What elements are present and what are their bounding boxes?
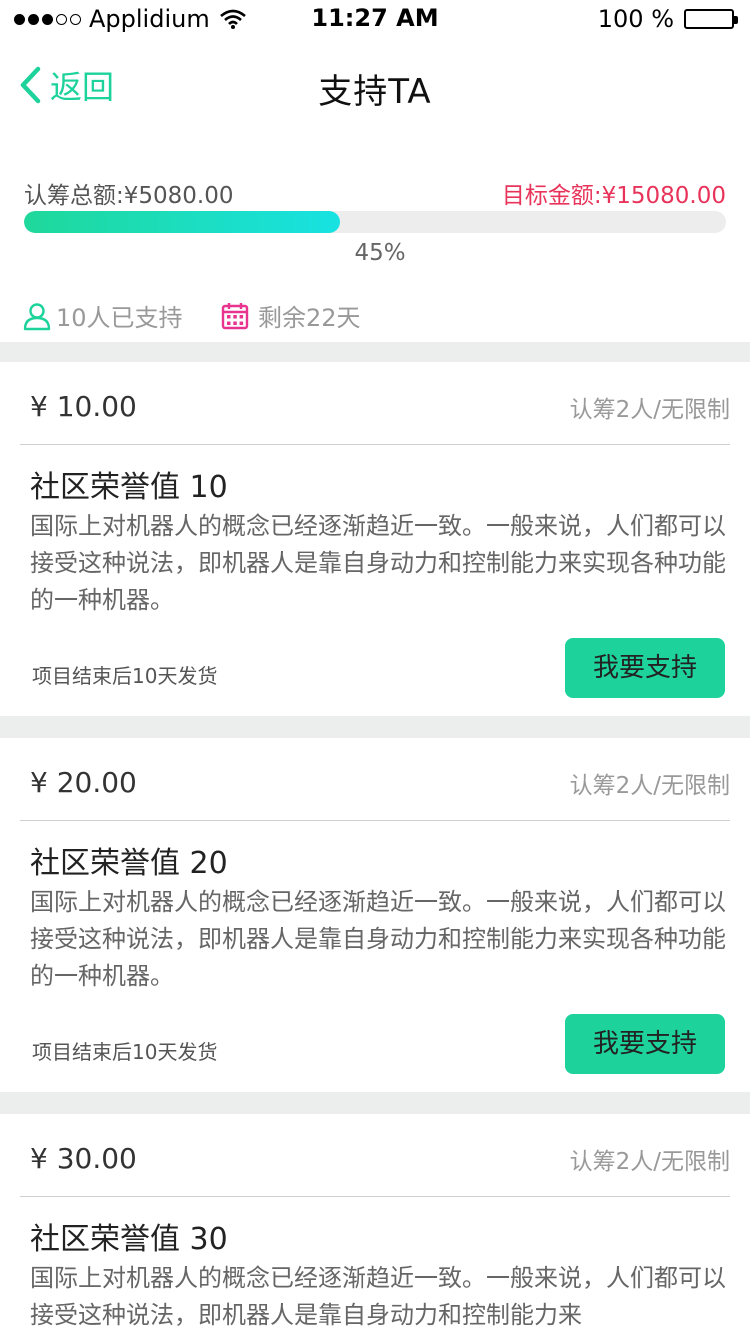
nav-bar: 返回 支持TA (0, 40, 750, 128)
status-left: Applidium (14, 5, 246, 33)
funding-summary: 认筹总额:¥5080.00 目标金额:¥15080.00 45% 10人已支持 … (0, 128, 750, 342)
status-right: 100 % (597, 5, 738, 33)
reward-limit: 认筹2人/无限制 (569, 773, 730, 799)
shipping-note: 项目结束后10天发货 (32, 664, 218, 688)
carrier-name: Applidium (89, 5, 210, 33)
support-button[interactable]: 我要支持 (565, 1014, 725, 1074)
reward-description: 国际上对机器人的概念已经逐渐趋近一致。一般来说，人们都可以接受这种说法，即机器人… (30, 888, 726, 990)
target-amount: 目标金额:¥15080.00 (501, 183, 726, 209)
divider (20, 820, 730, 821)
calendar-icon (221, 302, 249, 329)
shipping-note: 项目结束后10天发货 (32, 1040, 218, 1064)
reward-description: 国际上对机器人的概念已经逐渐趋近一致。一般来说，人们都可以接受这种说法，即机器人… (30, 512, 726, 614)
divider (20, 444, 730, 445)
raised-amount: 认筹总额:¥5080.00 (24, 183, 234, 209)
battery-percent: 100 % (597, 5, 674, 33)
user-icon (23, 302, 51, 330)
signal-icon (14, 13, 81, 25)
supporters-stat: 10人已支持 (22, 298, 183, 333)
back-button[interactable]: 返回 (18, 62, 114, 108)
back-label: 返回 (50, 68, 115, 106)
reward-price: ¥ 10.00 (30, 390, 137, 423)
remaining-stat: 剩余22天 (220, 298, 361, 333)
progress-fill (24, 211, 340, 233)
divider (20, 1196, 730, 1197)
reward-card: ¥ 30.00 认筹2人/无限制 社区荣誉值 30 国际上对机器人的概念已经逐渐… (0, 1114, 750, 1334)
reward-price: ¥ 20.00 (30, 766, 137, 799)
reward-card: ¥ 10.00 认筹2人/无限制 社区荣誉值 10 国际上对机器人的概念已经逐渐… (0, 362, 750, 716)
progress-percent: 45% (354, 240, 406, 266)
reward-limit: 认筹2人/无限制 (569, 1149, 730, 1175)
status-bar: Applidium 11:27 AM 100 % (0, 0, 750, 40)
reward-limit: 认筹2人/无限制 (569, 397, 730, 423)
remaining-days: 剩余22天 (258, 304, 361, 332)
wifi-icon (219, 9, 246, 29)
reward-title: 社区荣誉值 20 (30, 846, 228, 881)
support-button[interactable]: 我要支持 (565, 638, 725, 698)
chevron-left-icon (20, 66, 41, 104)
reward-card: ¥ 20.00 认筹2人/无限制 社区荣誉值 20 国际上对机器人的概念已经逐渐… (0, 738, 750, 1092)
battery-icon (684, 9, 738, 29)
supporters-count: 10人已支持 (56, 304, 183, 332)
reward-price: ¥ 30.00 (30, 1142, 137, 1175)
progress-bar (24, 211, 726, 233)
reward-title: 社区荣誉值 30 (30, 1222, 228, 1257)
reward-description: 国际上对机器人的概念已经逐渐趋近一致。一般来说，人们都可以接受这种说法，即机器人… (30, 1264, 726, 1329)
reward-title: 社区荣誉值 10 (30, 470, 228, 505)
